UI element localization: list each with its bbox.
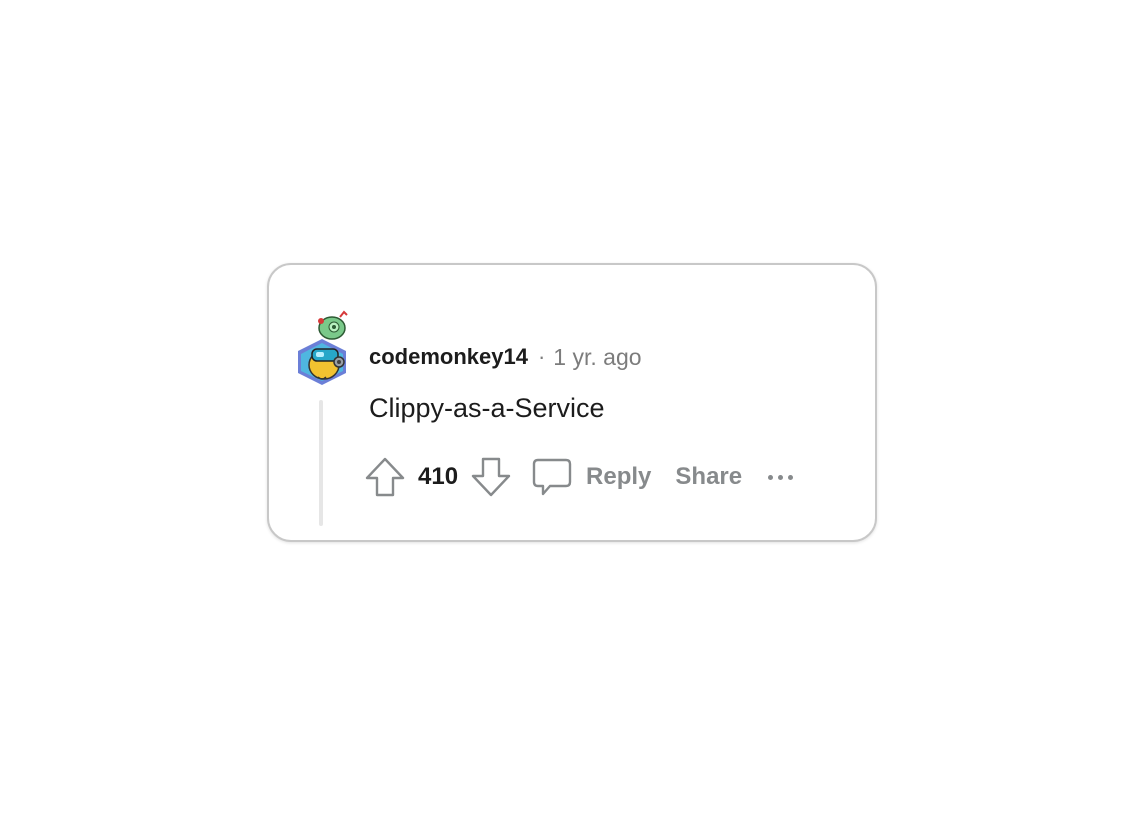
comment-actions: 410 Reply Share <box>364 455 794 499</box>
comment-body: Clippy-as-a-Service <box>369 393 605 423</box>
arrow-down-outline-icon <box>471 457 511 497</box>
avatar[interactable] <box>294 309 354 385</box>
reply-button[interactable]: Reply <box>532 457 651 497</box>
horizontal-ellipsis-icon <box>768 474 774 480</box>
comment-card: codemonkey14 · 1 yr. ago Clippy-as-a-Ser… <box>267 263 877 542</box>
downvote-button[interactable] <box>470 456 512 498</box>
share-button[interactable]: Share <box>675 463 742 491</box>
thread-line[interactable] <box>319 400 323 526</box>
snoo-avatar-icon <box>298 310 348 385</box>
username[interactable]: codemonkey14 <box>369 344 528 370</box>
speech-bubble-icon <box>532 458 572 496</box>
upvote-button[interactable] <box>364 456 406 498</box>
arrow-up-outline-icon <box>365 457 405 497</box>
meta-separator: · <box>537 344 546 369</box>
timestamp[interactable]: 1 yr. ago <box>553 344 641 371</box>
comment-meta: codemonkey14 · 1 yr. ago <box>369 343 642 371</box>
more-options-button[interactable] <box>768 462 794 492</box>
ellipsis-dot <box>788 474 794 480</box>
reply-label: Reply <box>586 463 652 490</box>
vote-score: 410 <box>418 463 459 490</box>
share-label: Share <box>675 463 743 490</box>
ellipsis-dot <box>778 474 784 480</box>
